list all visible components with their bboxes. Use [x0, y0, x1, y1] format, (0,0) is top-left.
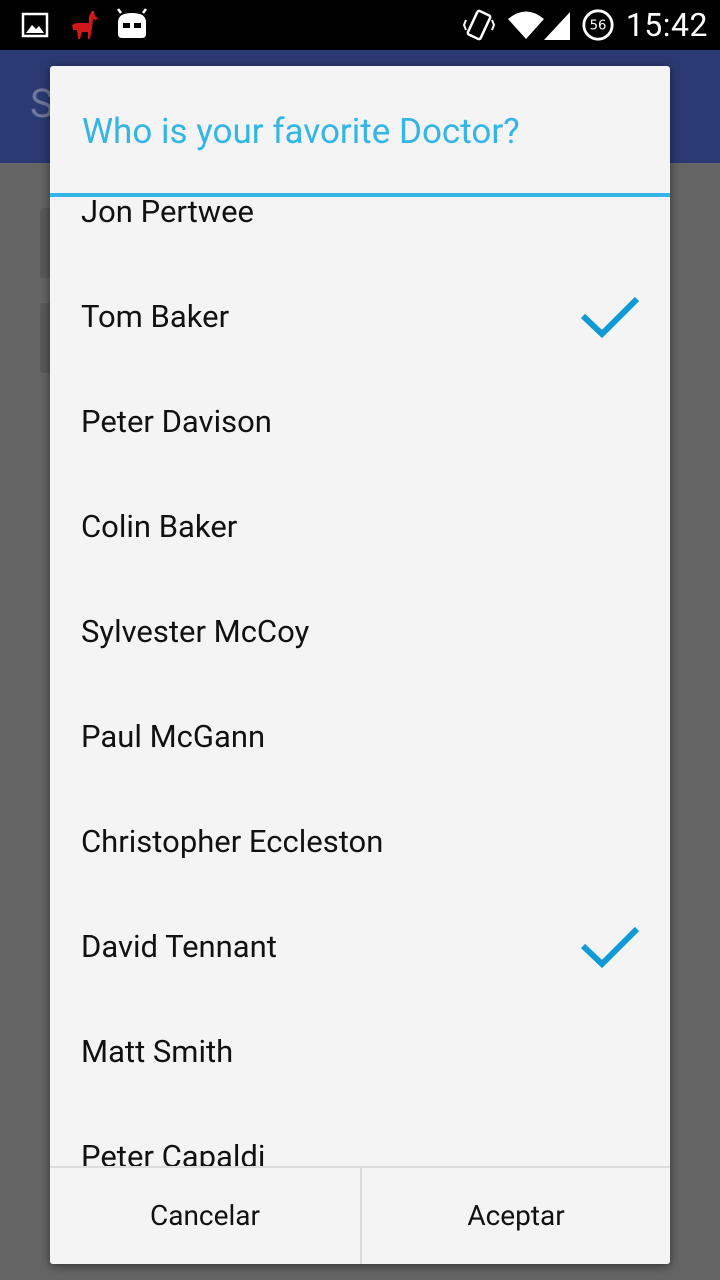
cancel-button[interactable]: Cancelar [50, 1168, 360, 1264]
wifi-icon [508, 11, 544, 39]
list-item-label: Matt Smith [81, 1033, 234, 1070]
multi-choice-dialog: Who is your favorite Doctor? Jon Pertwee… [50, 66, 670, 1264]
list-item[interactable]: Peter Davison [50, 369, 670, 474]
list-item-label: David Tennant [81, 928, 277, 965]
checkmark-icon [580, 296, 640, 339]
list-item-label: Peter Davison [81, 403, 272, 440]
svg-text:56: 56 [590, 19, 607, 34]
status-bar: 56 15:42 [0, 0, 720, 50]
list-item-label: Christopher Eccleston [81, 823, 384, 860]
status-time: 15:42 [625, 6, 708, 44]
battery-icon: 56 [582, 9, 614, 41]
choice-list-items: Jon Pertwee Tom Baker Peter Davison Colin B… [50, 197, 670, 1166]
dialog-title: Who is your favorite Doctor? [82, 111, 520, 152]
vibrate-icon [462, 9, 496, 41]
list-item-label: Jon Pertwee [81, 197, 254, 230]
llama-icon [72, 11, 98, 39]
signal-icon [544, 12, 570, 40]
list-item[interactable]: Paul McGann [50, 684, 670, 789]
accept-button[interactable]: Aceptar [360, 1168, 670, 1264]
list-item[interactable]: Colin Baker [50, 474, 670, 579]
list-item-label: Peter Capaldi [81, 1138, 266, 1166]
list-item[interactable]: Matt Smith [50, 999, 670, 1104]
list-item[interactable]: Tom Baker [50, 264, 670, 369]
list-item[interactable]: Jon Pertwee [50, 197, 670, 264]
gallery-icon [21, 12, 49, 38]
list-item-label: Paul McGann [81, 718, 266, 755]
list-item-label: Sylvester McCoy [81, 613, 310, 650]
list-item[interactable]: David Tennant [50, 894, 670, 999]
checkmark-icon [580, 926, 640, 969]
choice-list[interactable]: Jon Pertwee Tom Baker Peter Davison Colin B… [50, 197, 670, 1166]
list-item[interactable]: Christopher Eccleston [50, 789, 670, 894]
list-item-label: Tom Baker [81, 298, 230, 335]
list-item-label: Colin Baker [81, 508, 238, 545]
cyanogen-mod-icon [117, 8, 147, 38]
list-item[interactable]: Sylvester McCoy [50, 579, 670, 684]
list-item[interactable]: Peter Capaldi [50, 1104, 670, 1166]
